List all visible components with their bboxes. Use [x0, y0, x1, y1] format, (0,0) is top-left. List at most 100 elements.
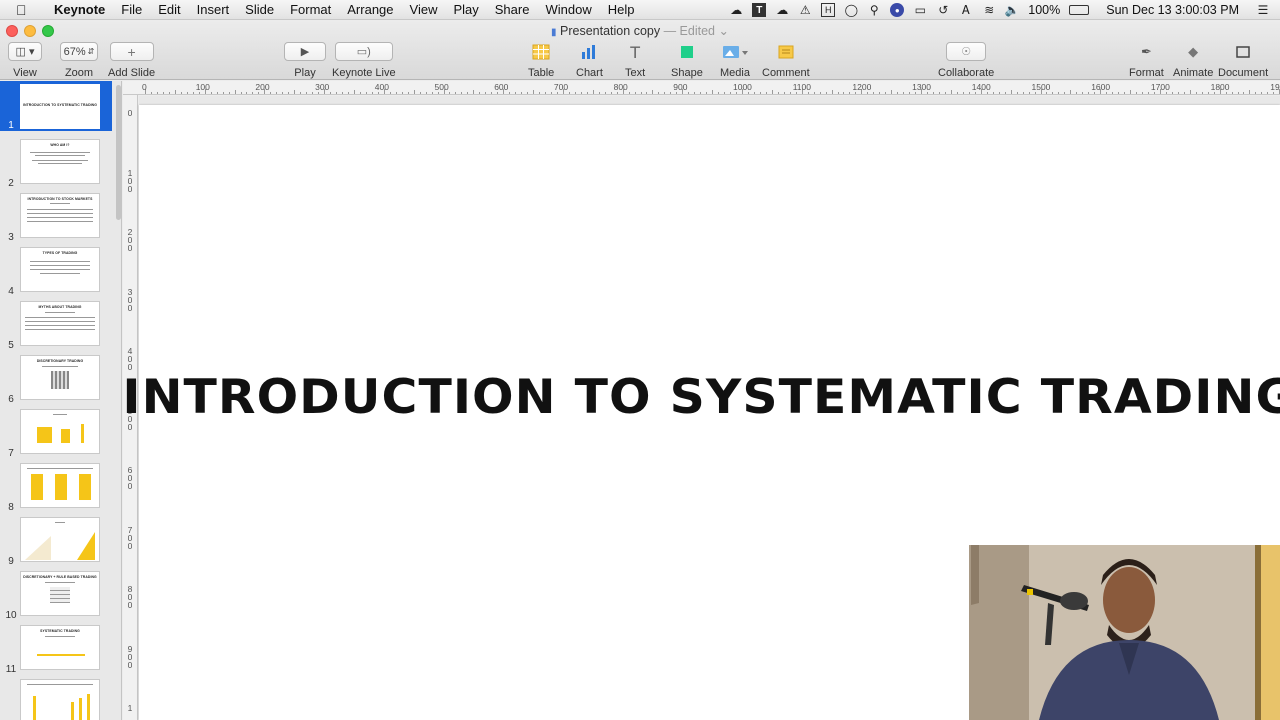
siri-icon[interactable]: ● [890, 3, 905, 17]
slide-thumbnail[interactable]: DISCRETIONARY TRADING [20, 355, 100, 400]
slide-thumb-2[interactable]: WHO AM I? 2 [0, 139, 112, 189]
slide-thumb-1[interactable]: INTRODUCTION TO SYSTEMATIC TRADING 1 [0, 81, 112, 131]
thumb-yellow-bar [79, 474, 91, 500]
slide-thumb-8[interactable]: 8 [0, 463, 112, 513]
shape-control[interactable]: Shape [671, 42, 703, 79]
clock[interactable]: Sun Dec 13 3:00:03 PM [1106, 3, 1239, 17]
slide-thumbnail[interactable]: INTRODUCTION TO SYSTEMATIC TRADING [20, 84, 100, 129]
slide-thumb-5[interactable]: MYTHS ABOUT TRADING 5 [0, 301, 112, 351]
slide-thumb-7[interactable]: 7 [0, 409, 112, 459]
slide-thumb-10[interactable]: DISCRETIONARY + RULE BASED TRADING 10 [0, 571, 112, 621]
menu-play[interactable]: Play [445, 0, 486, 20]
thumb-title: INTRODUCTION TO STOCK MARKETS [27, 197, 93, 201]
timer-icon[interactable]: ◯ [844, 3, 858, 17]
slide-thumb-3[interactable]: INTRODUCTION TO STOCK MARKETS 3 [0, 193, 112, 243]
thumb-title: DISCRETIONARY + RULE BASED TRADING [23, 575, 97, 579]
animate-icon[interactable]: ◆ [1188, 42, 1198, 62]
slide-thumbnail[interactable] [20, 679, 100, 720]
document-control[interactable]: Document [1218, 42, 1268, 79]
chevron-down-icon[interactable]: ⌄ [718, 24, 728, 38]
navigator-scrollbar[interactable] [116, 85, 121, 220]
ruler-minor-tick [1165, 92, 1167, 94]
play-button[interactable]: ▶ [284, 42, 326, 61]
play-control[interactable]: ▶ Play [284, 42, 326, 79]
keynote-live-button[interactable]: ▭) [334, 42, 393, 61]
add-slide-control[interactable]: + Add Slide [108, 42, 155, 79]
airplay-icon[interactable]: ▭ [913, 3, 927, 17]
collaborate-button[interactable]: ☉ [946, 42, 987, 61]
menu-format[interactable]: Format [282, 0, 339, 20]
alert-icon[interactable]: ⚠ [798, 3, 812, 17]
menu-arrange[interactable]: Arrange [339, 0, 401, 20]
ruler-minor-tick [1237, 92, 1239, 94]
text-icon[interactable]: T [630, 42, 640, 62]
calendar-icon[interactable]: H [821, 3, 836, 17]
slide-thumb-4[interactable]: TYPES OF TRADING 4 [0, 247, 112, 297]
animate-control[interactable]: ◆ Animate [1173, 42, 1213, 79]
menu-insert[interactable]: Insert [189, 0, 238, 20]
typora-icon[interactable]: T [752, 3, 767, 17]
menu-slide[interactable]: Slide [237, 0, 282, 20]
ruler-minor-tick [795, 92, 797, 94]
notification-center-icon[interactable]: ☰ [1256, 3, 1270, 17]
ruler-label: 200 [127, 227, 133, 253]
table-icon[interactable] [532, 42, 550, 62]
document-inspector-icon[interactable] [1235, 42, 1251, 62]
creative-cloud-icon[interactable]: ☁ [729, 3, 743, 17]
status-area: ☁ T ☁ ⚠ H ◯ ⚲ ● ▭ ↺ Ꭺ ≋ 🔈 100% Sun Dec 1… [729, 0, 1270, 20]
volume-icon[interactable]: 🔈 [1005, 3, 1020, 17]
slide-thumb-9[interactable]: 9 [0, 517, 112, 567]
ruler-minor-tick [586, 92, 588, 94]
cloud-icon[interactable]: ☁ [775, 3, 789, 17]
slide-thumb-12[interactable] [0, 679, 112, 720]
slide-thumbnail[interactable]: INTRODUCTION TO STOCK MARKETS [20, 193, 100, 238]
menu-file[interactable]: File [113, 0, 150, 20]
comment-control[interactable]: Comment [762, 42, 810, 79]
ruler-minor-tick [1147, 92, 1149, 94]
slide-thumbnail[interactable]: WHO AM I? [20, 139, 100, 184]
view-control[interactable]: ◫ ▾ View [8, 42, 42, 79]
search-icon[interactable]: ⚲ [867, 3, 881, 17]
zoom-control[interactable]: 67% ⇵ Zoom [60, 42, 98, 79]
time-machine-icon[interactable]: ↺ [936, 3, 950, 17]
text-control[interactable]: T Text [625, 42, 645, 80]
slide-thumbnail[interactable]: SYSTEMATIC TRADING [20, 625, 100, 670]
slide-thumb-11[interactable]: SYSTEMATIC TRADING 11 [0, 625, 112, 675]
battery-percent[interactable]: 100% [1028, 3, 1060, 17]
media-control[interactable]: Media [720, 42, 750, 79]
keynote-live-control[interactable]: ▭) Keynote Live [332, 42, 396, 79]
slide-title[interactable]: INTRODUCTION TO SYSTEMATIC TRADING [116, 370, 1280, 425]
chart-control[interactable]: Chart [576, 42, 603, 79]
view-button[interactable]: ◫ ▾ [8, 42, 42, 61]
wifi-icon[interactable]: ≋ [982, 3, 996, 17]
slide-thumbnail[interactable] [20, 517, 100, 562]
document-name[interactable]: Presentation copy [560, 24, 660, 38]
ruler-minor-tick [216, 92, 218, 94]
media-icon[interactable] [720, 42, 750, 62]
slide-thumbnail[interactable]: MYTHS ABOUT TRADING [20, 301, 100, 346]
chart-icon[interactable] [580, 42, 598, 62]
format-control[interactable]: ✒ Format [1129, 42, 1164, 79]
menu-help[interactable]: Help [600, 0, 643, 20]
menu-edit[interactable]: Edit [150, 0, 188, 20]
slide-thumb-6[interactable]: DISCRETIONARY TRADING 6 [0, 355, 112, 405]
comment-icon[interactable] [777, 42, 795, 62]
menu-keynote[interactable]: Keynote [46, 0, 113, 20]
bluetooth-icon[interactable]: Ꭺ [959, 3, 973, 17]
battery-icon[interactable] [1069, 5, 1090, 15]
apple-icon[interactable]:  [16, 2, 38, 18]
slide-thumbnail[interactable] [20, 409, 100, 454]
zoom-select[interactable]: 67% ⇵ [60, 42, 98, 61]
table-control[interactable]: Table [528, 42, 554, 79]
shape-icon[interactable] [679, 42, 695, 62]
menu-share[interactable]: Share [487, 0, 538, 20]
menu-view[interactable]: View [402, 0, 446, 20]
add-slide-button[interactable]: + [109, 42, 154, 61]
slide-thumbnail[interactable]: TYPES OF TRADING [20, 247, 100, 292]
slide-thumbnail[interactable] [20, 463, 100, 508]
slide-thumbnail[interactable]: DISCRETIONARY + RULE BASED TRADING [20, 571, 100, 616]
paintbrush-icon[interactable]: ✒ [1141, 42, 1152, 62]
ruler-minor-tick [276, 92, 278, 94]
collaborate-control[interactable]: ☉ Collaborate [938, 42, 994, 79]
menu-window[interactable]: Window [537, 0, 599, 20]
